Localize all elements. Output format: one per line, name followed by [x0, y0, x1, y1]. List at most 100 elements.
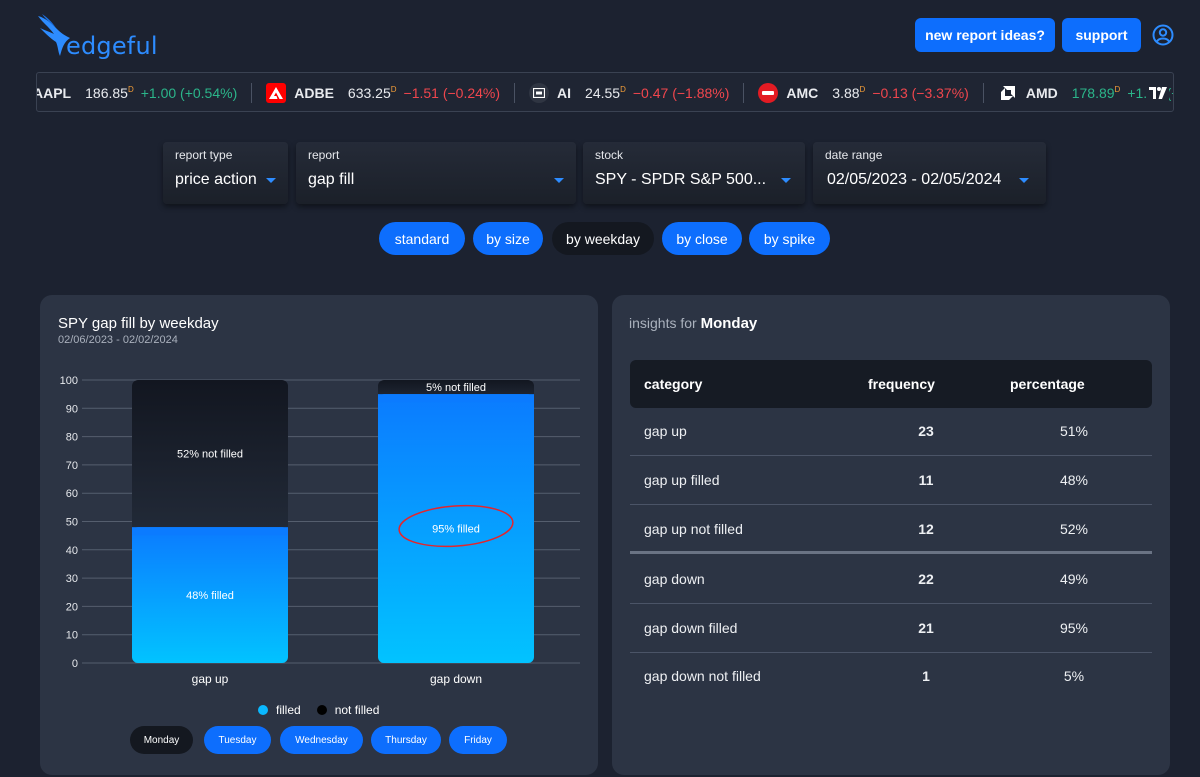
row-category: gap up not filled [644, 521, 743, 537]
ticker-item-ai[interactable]: AI 24.55 D −0.47 (−1.88%) [529, 73, 729, 111]
insights-table-header: category frequency percentage [630, 360, 1152, 408]
tradingview-logo-icon[interactable] [1147, 82, 1169, 104]
data-label-filled: 48% filled [186, 590, 234, 602]
ticker-change: −0.13 (−3.37%) [872, 85, 969, 101]
table-row: gap up not filled 12 52% [630, 506, 1152, 554]
ticker-flag: D [390, 84, 397, 94]
adobe-icon [266, 83, 287, 103]
view-by-close-button[interactable]: by close [662, 222, 742, 255]
y-tick-label: 30 [66, 573, 78, 585]
gap-fill-bar-chart: 0 10 20 30 40 50 60 70 80 90 100 48% filled 52% not … [60, 375, 580, 686]
ticker-price: 633.25 [347, 85, 391, 101]
table-row: gap down filled 21 95% [630, 605, 1152, 653]
row-percentage: 48% [1059, 472, 1089, 488]
y-tick-label: 10 [66, 630, 78, 642]
row-percentage: 52% [1059, 521, 1089, 537]
row-category: gap down filled [644, 620, 738, 636]
brand-logo[interactable]: edgeful [36, 12, 166, 62]
report-type-select[interactable]: report type price action [163, 142, 288, 204]
ticker-price: 178.89 [1071, 85, 1115, 101]
data-label-filled: 95% filled [432, 524, 480, 536]
column-header-category: category [644, 376, 703, 392]
ticker-symbol: AMD [1025, 85, 1058, 101]
date-range-label: date range [825, 148, 883, 162]
x-category-label: gap up [192, 672, 229, 686]
stock-label: stock [595, 148, 624, 162]
view-by-weekday-button[interactable]: by weekday [552, 222, 654, 255]
ticker-price: 186.85 [85, 85, 128, 101]
ticker-tape[interactable]: AAPL 186.85 D +1.00 (+0.54%) ADBE 633.25… [36, 72, 1174, 112]
legend-label: not filled [334, 703, 380, 717]
view-standard-button[interactable]: standard [379, 222, 465, 255]
ticker-symbol: AAPL [36, 85, 72, 101]
stock-select[interactable]: stock SPY - SPDR S&P 500... [583, 142, 805, 204]
report-value: gap fill [308, 171, 355, 188]
y-tick-label: 40 [66, 545, 78, 557]
report-type-value: price action [175, 171, 257, 188]
legend-swatch [316, 705, 327, 715]
date-range-select[interactable]: date range 02/05/2023 - 02/05/2024 [813, 142, 1046, 204]
ticker-flag: D [127, 84, 134, 94]
data-label-not-filled: 5% not filled [426, 382, 486, 394]
report-type-label: report type [175, 148, 233, 162]
weekday-friday-button[interactable]: Friday [449, 726, 507, 754]
row-percentage: 5% [1063, 668, 1085, 684]
row-frequency: 21 [918, 620, 934, 636]
user-account-icon[interactable] [1152, 24, 1174, 46]
chevron-down-icon [554, 178, 564, 183]
weekday-tuesday-button[interactable]: Tuesday [204, 726, 271, 754]
support-button[interactable]: support [1062, 18, 1141, 52]
weekday-monday-button[interactable]: Monday [130, 726, 193, 754]
ticker-divider [982, 83, 984, 103]
ticker-item-aapl[interactable]: AAPL 186.85 D +1.00 (+0.54%) [36, 73, 238, 111]
row-percentage: 95% [1059, 620, 1089, 636]
date-range-value: 02/05/2023 - 02/05/2024 [827, 171, 1002, 188]
ticker-change: +1.00 (+0.54%) [140, 85, 238, 101]
table-row: gap down 22 49% [630, 556, 1152, 604]
row-frequency: 22 [918, 571, 934, 587]
y-tick-label: 70 [66, 460, 78, 472]
chevron-down-icon [266, 178, 276, 183]
ticker-item-adbe[interactable]: ADBE 633.25 D −1.51 (−0.24%) [266, 73, 500, 111]
bar-filled-top-edge [132, 527, 288, 536]
y-tick-label: 100 [60, 375, 78, 387]
legend-item-filled[interactable]: filled [258, 703, 301, 717]
insights-title-prefix: insights for [629, 315, 697, 331]
report-label: report [308, 148, 340, 162]
ticker-symbol: AMC [786, 85, 819, 101]
weekday-wednesday-button[interactable]: Wednesday [280, 726, 363, 754]
y-tick-label: 80 [66, 432, 78, 444]
ticker-price: 3.88 [832, 85, 860, 101]
y-tick-label: 0 [72, 658, 78, 670]
report-select[interactable]: report gap fill [296, 142, 576, 204]
weekday-thursday-button[interactable]: Thursday [371, 726, 441, 754]
legend-label: filled [276, 703, 301, 717]
row-frequency: 23 [918, 423, 934, 439]
legend-item-not-filled[interactable]: not filled [316, 703, 380, 717]
y-tick-label: 20 [66, 601, 78, 613]
brand-name: edgeful [66, 32, 158, 60]
view-by-spike-button[interactable]: by spike [749, 222, 830, 255]
y-tick-label: 60 [66, 488, 78, 500]
ticker-symbol: ADBE [294, 85, 334, 101]
insights-title: insights for Monday [629, 315, 757, 332]
amc-icon [758, 83, 779, 103]
new-report-ideas-button[interactable]: new report ideas? [915, 18, 1055, 52]
ticker-item-amc[interactable]: AMC 3.88 D −0.13 (−3.37%) [758, 73, 969, 111]
table-row: gap up filled 11 48% [630, 457, 1152, 505]
legend-swatch [258, 705, 268, 715]
row-category: gap down [644, 571, 705, 587]
view-by-size-button[interactable]: by size [473, 222, 543, 255]
chart-panel: SPY gap fill by weekday 02/06/2023 - 02/… [40, 295, 598, 775]
row-percentage: 51% [1059, 423, 1089, 439]
row-category: gap up [644, 423, 687, 439]
insights-day: Monday [700, 315, 758, 332]
ticker-symbol: AI [557, 85, 572, 101]
ticker-divider [743, 83, 745, 103]
row-percentage: 49% [1059, 571, 1089, 587]
bar-filled-top-edge [378, 394, 534, 403]
chevron-down-icon [781, 178, 791, 183]
ticker-divider [514, 83, 516, 103]
ticker-divider [251, 83, 253, 103]
c3ai-icon [529, 83, 550, 103]
